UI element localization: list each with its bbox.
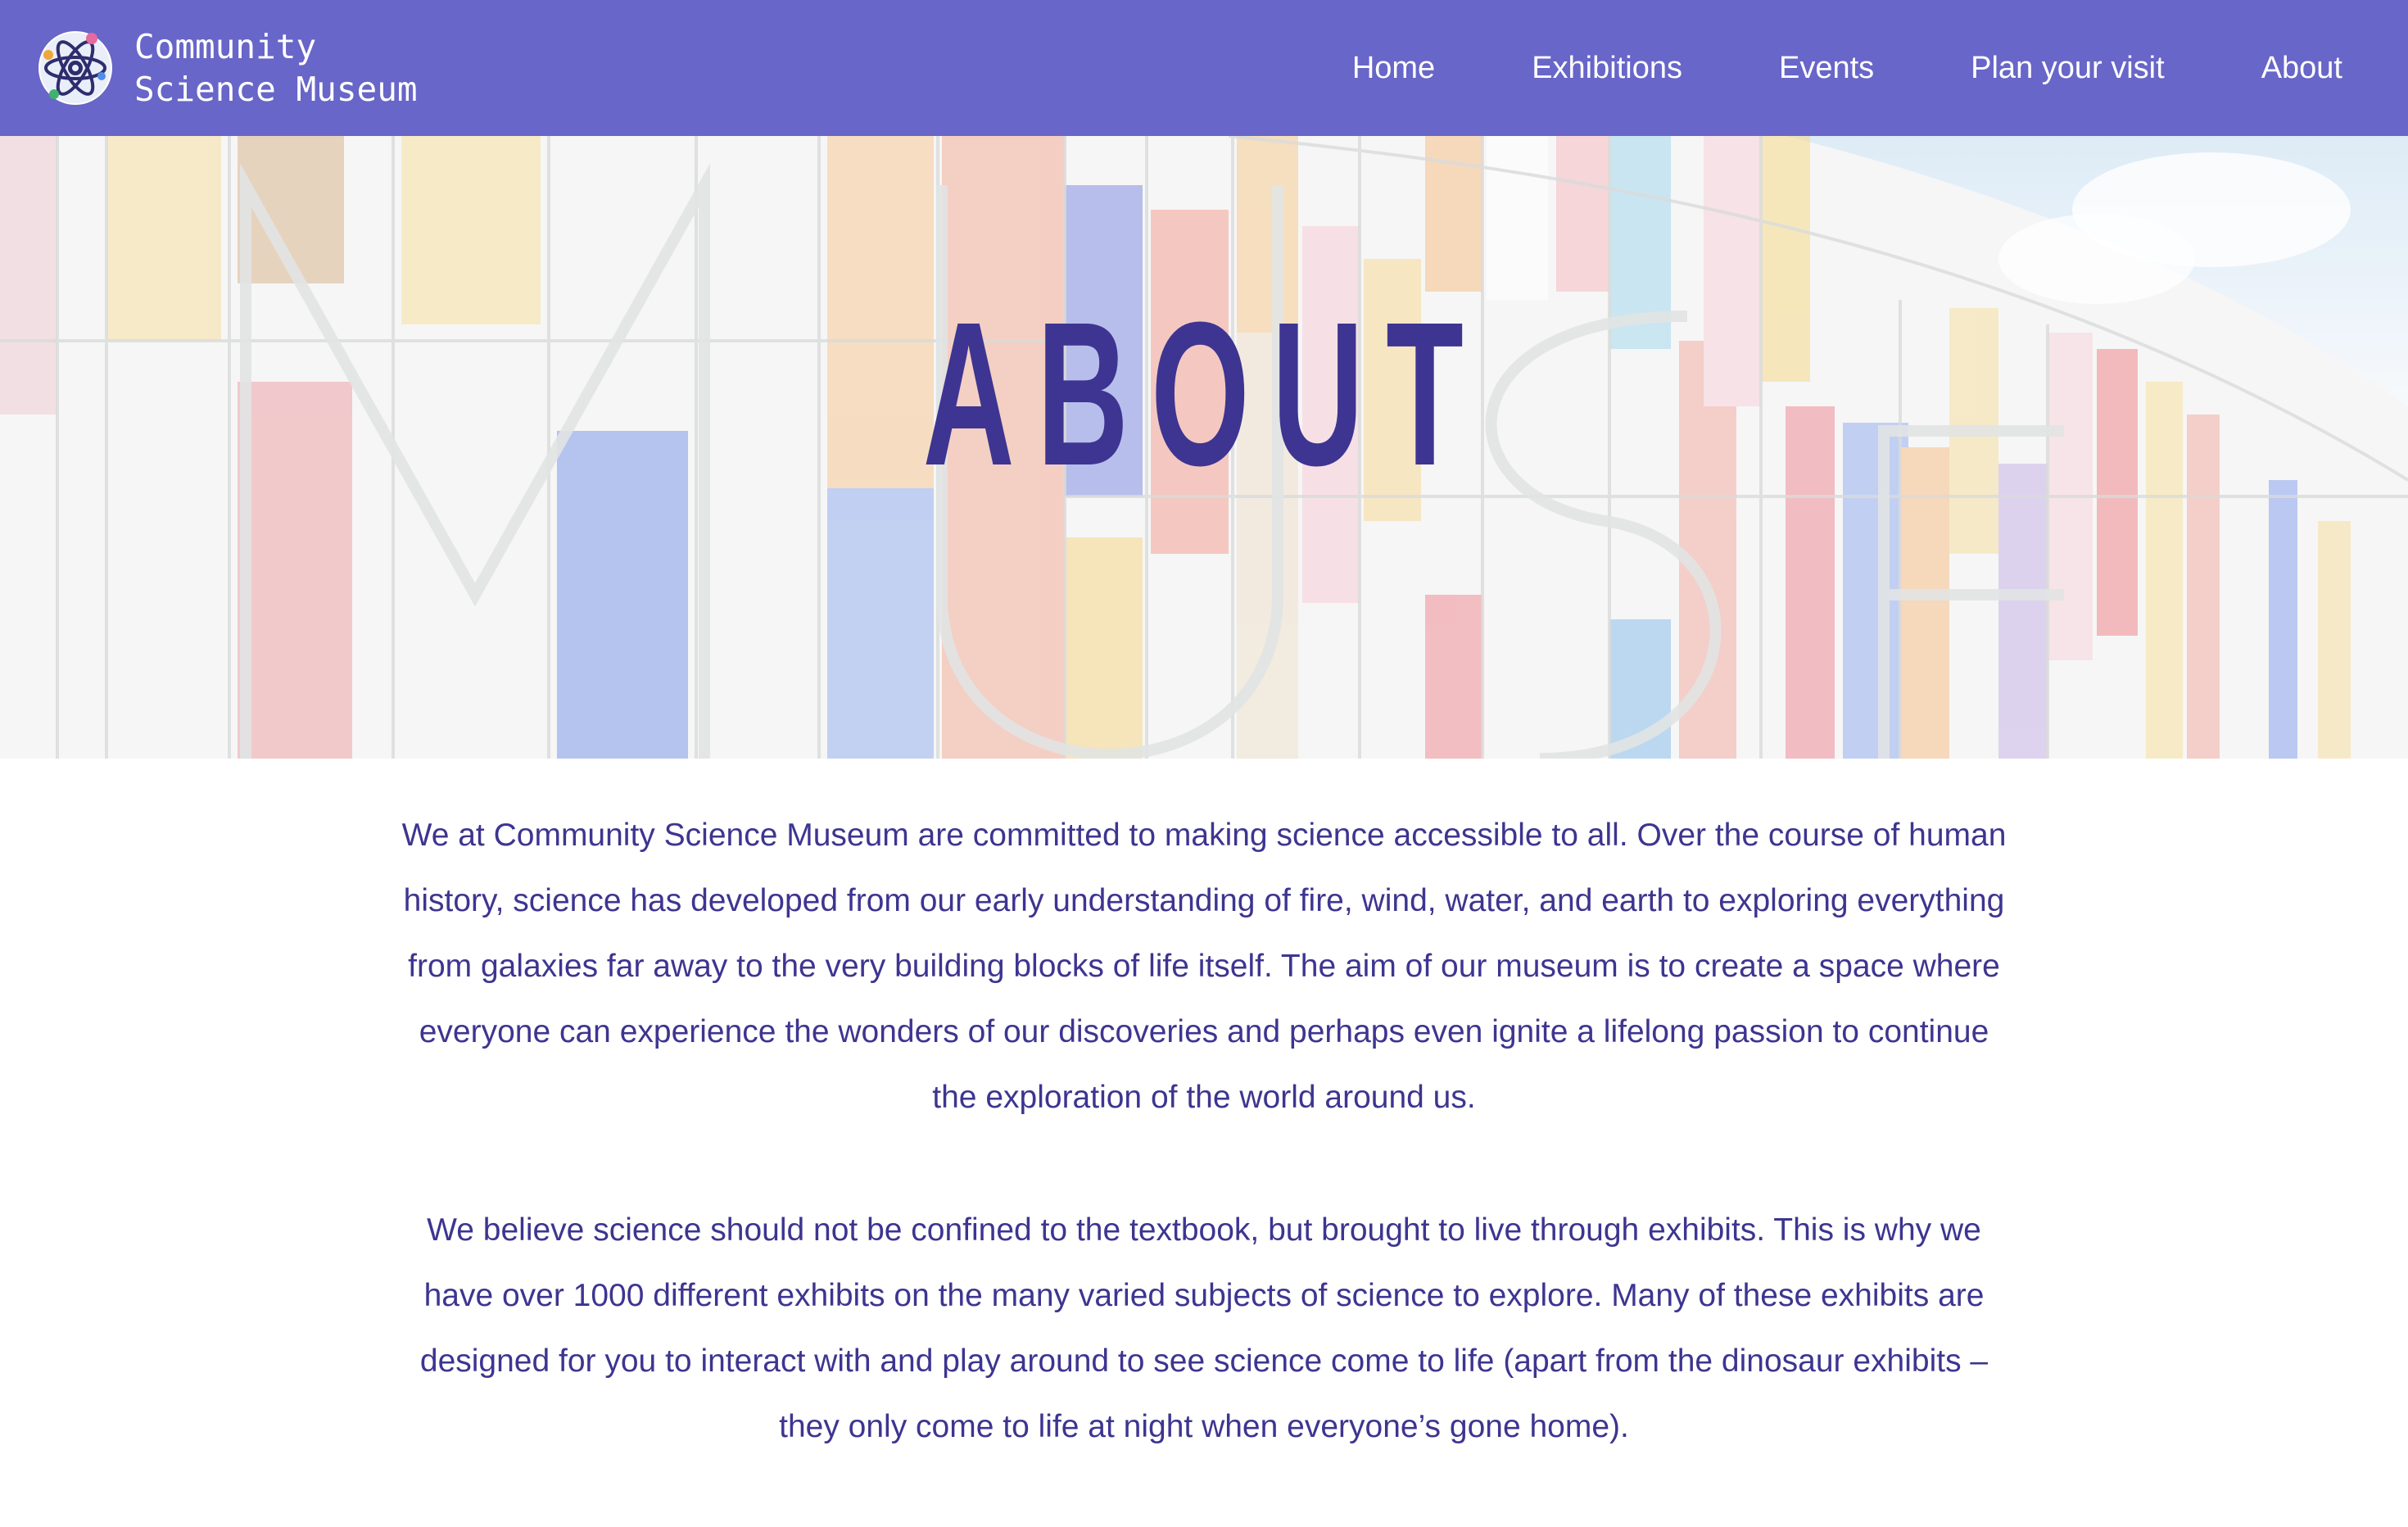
atom-icon bbox=[38, 31, 112, 105]
brand-name-line1: Community bbox=[134, 27, 317, 66]
about-paragraph-2: We believe science should not be confine… bbox=[419, 1212, 1989, 1444]
site-header: Community Science Museum Home Exhibition… bbox=[0, 0, 2408, 136]
nav-events[interactable]: Events bbox=[1779, 51, 1874, 86]
nav-exhibitions[interactable]: Exhibitions bbox=[1532, 51, 1682, 86]
about-content: We at Community Science Museum are commi… bbox=[0, 803, 2408, 1527]
hero-title-wrapper: ABOUT bbox=[0, 136, 2408, 759]
nav-about[interactable]: About bbox=[2261, 51, 2342, 86]
brand-name-line2: Science Museum bbox=[134, 70, 418, 109]
hero-banner: ABOUT bbox=[0, 136, 2408, 759]
page-title: ABOUT bbox=[922, 279, 1486, 508]
brand-home-link[interactable]: Community Science Museum bbox=[38, 25, 418, 111]
main-nav: Home Exhibitions Events Plan your visit … bbox=[1352, 51, 2342, 86]
brand-name: Community Science Museum bbox=[134, 25, 418, 111]
nav-home[interactable]: Home bbox=[1352, 51, 1435, 86]
nav-plan-your-visit[interactable]: Plan your visit bbox=[1971, 51, 2165, 86]
about-paragraph-1: We at Community Science Museum are commi… bbox=[401, 818, 2007, 1115]
